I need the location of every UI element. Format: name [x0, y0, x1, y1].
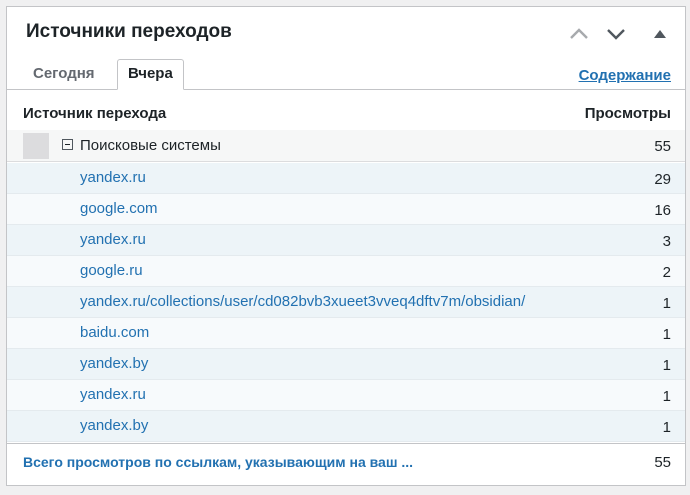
table-row: yandex.by 1 — [7, 349, 685, 380]
table-row: yandex.ru 1 — [7, 380, 685, 411]
widget-title: Источники переходов — [26, 21, 232, 42]
table-row: google.com 16 — [7, 194, 685, 225]
group-marker — [23, 133, 49, 159]
view-count: 1 — [662, 357, 671, 374]
referrer-link[interactable]: yandex.ru/collections/user/cd082bvb3xuee… — [80, 293, 525, 310]
referrer-link[interactable]: baidu.com — [80, 324, 149, 341]
referrer-link[interactable]: google.ru — [80, 262, 143, 279]
group-count: 55 — [654, 138, 671, 155]
referrer-rows: yandex.ru 29 google.com 16 yandex.ru 3 g… — [7, 163, 685, 442]
total-views-link[interactable]: Всего просмотров по ссылкам, указывающим… — [23, 454, 413, 470]
referrer-link[interactable]: yandex.by — [80, 355, 148, 372]
column-header-views: Просмотры — [584, 105, 671, 122]
view-count: 1 — [662, 419, 671, 436]
view-count: 1 — [662, 326, 671, 343]
table-footer: Всего просмотров по ссылкам, указывающим… — [7, 443, 685, 488]
widget-header: Источники переходов — [7, 7, 685, 59]
view-count: 29 — [654, 171, 671, 188]
chevron-up-icon[interactable] — [567, 23, 591, 45]
view-count: 2 — [662, 264, 671, 281]
group-label: Поисковые системы — [80, 137, 221, 154]
tab-yesterday[interactable]: Вчера — [117, 59, 184, 90]
table-row: yandex.ru/collections/user/cd082bvb3xuee… — [7, 287, 685, 318]
table-row: yandex.ru 3 — [7, 225, 685, 256]
referrer-link[interactable]: yandex.ru — [80, 386, 146, 403]
referrer-link[interactable]: yandex.by — [80, 417, 148, 434]
referrers-widget: Источники переходов Сегодня Вчера Содерж… — [6, 6, 686, 486]
referrer-link[interactable]: yandex.ru — [80, 231, 146, 248]
total-views-value: 55 — [654, 454, 671, 471]
view-count: 16 — [654, 202, 671, 219]
referrer-link[interactable]: yandex.ru — [80, 169, 146, 186]
table-row: yandex.by 1 — [7, 411, 685, 442]
contents-link[interactable]: Содержание — [579, 67, 671, 84]
table-header: Источник перехода Просмотры — [7, 99, 685, 129]
group-row-search-engines: Поисковые системы 55 — [7, 130, 685, 162]
column-header-source: Источник перехода — [23, 105, 167, 122]
referrer-link[interactable]: google.com — [80, 200, 158, 217]
tab-today[interactable]: Сегодня — [23, 59, 105, 89]
table-row: google.ru 2 — [7, 256, 685, 287]
triangle-up-icon[interactable] — [648, 23, 672, 45]
table-row: baidu.com 1 — [7, 318, 685, 349]
view-count: 1 — [662, 295, 671, 312]
view-count: 3 — [662, 233, 671, 250]
minus-box-icon[interactable] — [62, 139, 73, 150]
divider — [7, 89, 685, 90]
chevron-down-icon[interactable] — [604, 23, 628, 45]
table-row: yandex.ru 29 — [7, 163, 685, 194]
view-count: 1 — [662, 388, 671, 405]
